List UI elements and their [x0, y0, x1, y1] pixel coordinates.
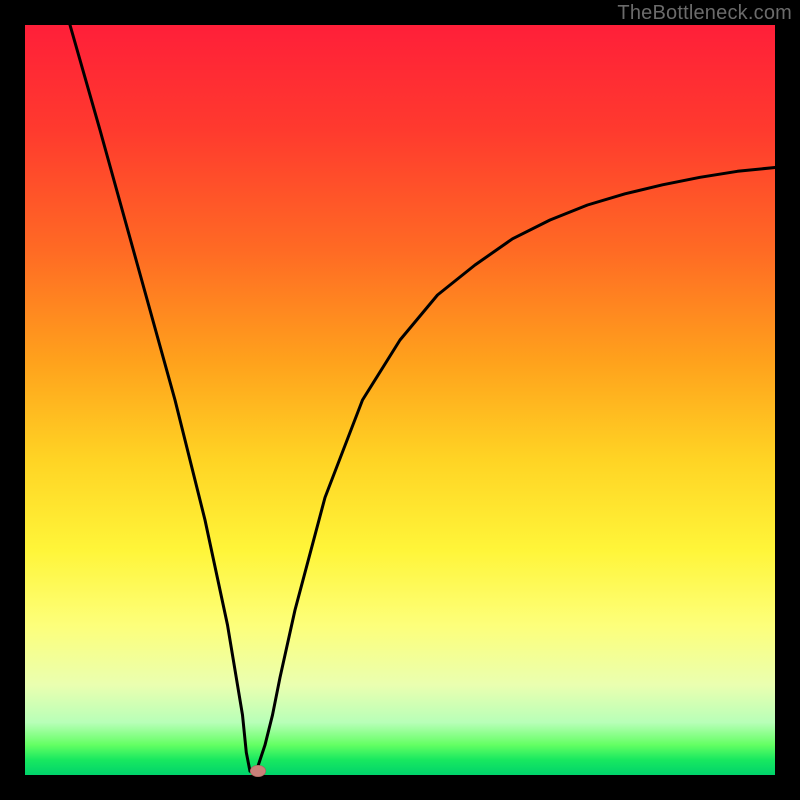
minimum-marker — [250, 765, 266, 777]
line-curve — [25, 25, 775, 775]
watermark-text: TheBottleneck.com — [617, 2, 792, 25]
chart-frame: TheBottleneck.com — [0, 0, 800, 800]
curve-path — [70, 25, 775, 771]
plot-area — [25, 25, 775, 775]
